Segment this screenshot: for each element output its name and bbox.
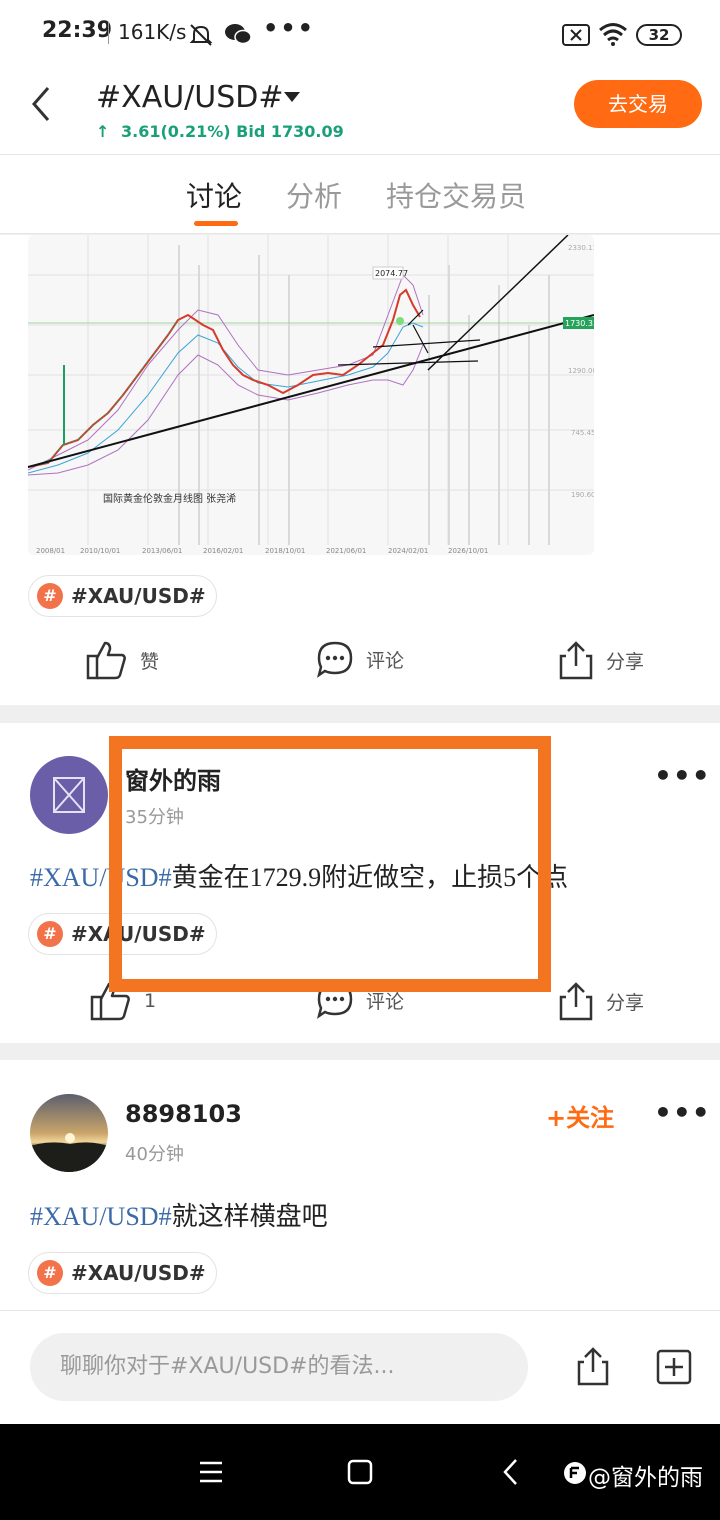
chart-price-tag: 1730.33	[565, 319, 594, 328]
network-speed: 161K/s	[118, 20, 187, 44]
comment-label: 评论	[366, 649, 405, 672]
hash-icon: #	[37, 1260, 63, 1286]
tab-analysis[interactable]: 分析	[286, 175, 342, 215]
share-label: 分享	[606, 991, 645, 1014]
thumbs-up-icon	[86, 641, 126, 680]
hash-icon: #	[37, 583, 63, 609]
trade-button[interactable]: 去交易	[574, 80, 702, 128]
chart-x-tick: 2021/06/01	[326, 547, 366, 555]
battery-icon: 32	[636, 24, 682, 46]
topic-tag-label: #XAU/USD#	[71, 584, 206, 608]
highlight-annotation-box	[109, 736, 551, 992]
like-count: 1	[144, 990, 157, 1012]
chart-peak-label: 2074.77	[375, 269, 408, 278]
chart-y-tick: 1290.00	[568, 367, 594, 375]
post-topic-link[interactable]: #XAU/USD#	[30, 1202, 172, 1231]
avatar[interactable]	[30, 756, 108, 834]
share-button[interactable]: 分享	[558, 981, 644, 1021]
post-time: 40分钟	[125, 1144, 184, 1165]
post-card: 8898103 40分钟 +关注 ••• #XAU/USD#就这样横盘吧 # #…	[0, 1060, 720, 1310]
chart-y-tick: 745.45	[571, 429, 594, 437]
comment-button[interactable]: 评论	[316, 640, 404, 678]
back-nav-icon[interactable]	[500, 1457, 520, 1487]
chevron-left-icon	[32, 87, 50, 121]
more-options-icon[interactable]: •••	[654, 1096, 711, 1129]
status-time: 22:39	[42, 18, 113, 43]
wechat-icon	[225, 24, 252, 45]
image-placeholder-icon	[53, 777, 85, 813]
chart-x-tick: 2016/02/01	[203, 547, 243, 555]
like-button[interactable]: 赞	[86, 640, 159, 680]
chart-x-tick: 2026/10/01	[448, 547, 488, 555]
hash-icon: #	[37, 921, 63, 947]
header: #XAU/USD# ↑ 3.61(0.21%) Bid 1730.09 去交易	[0, 70, 720, 154]
home-icon[interactable]	[347, 1459, 373, 1485]
avatar[interactable]	[30, 1094, 108, 1172]
add-post-icon[interactable]	[656, 1349, 692, 1385]
more-notifications-icon: •••	[263, 14, 316, 42]
topic-tag[interactable]: # #XAU/USD#	[28, 575, 217, 617]
up-arrow-icon: ↑	[96, 122, 110, 141]
chart-x-tick: 2024/02/01	[388, 547, 428, 555]
tab-bar: 讨论 分析 持仓交易员	[0, 154, 720, 234]
system-nav-bar: @窗外的雨	[0, 1424, 720, 1520]
username[interactable]: 8898103	[125, 1100, 242, 1128]
share-icon	[559, 982, 593, 1021]
like-label: 赞	[140, 650, 160, 673]
menu-icon[interactable]	[198, 1460, 224, 1484]
active-tab-indicator	[194, 221, 238, 226]
sunset-avatar-image	[30, 1094, 108, 1172]
chart-x-tick: 2013/06/01	[142, 547, 182, 555]
chart-caption: 国际黄金伦敦金月线图 张尧浠	[103, 492, 236, 505]
post-content: 就这样横盘吧	[171, 1202, 328, 1231]
quote-line: ↑ 3.61(0.21%) Bid 1730.09	[96, 122, 344, 141]
quote-text: 3.61(0.21%) Bid 1730.09	[120, 122, 344, 141]
watermark: @窗外的雨	[588, 1465, 703, 1491]
follow-button[interactable]: +关注	[546, 1098, 614, 1133]
chart-y-tick: 2330.11	[568, 244, 594, 252]
share-icon	[559, 641, 593, 680]
post-chart-image[interactable]: 2074.77 1730.33 2330.11 1290.00 745.45 1…	[28, 235, 594, 555]
post-card: 2074.77 1730.33 2330.11 1290.00 745.45 1…	[0, 235, 720, 705]
chart-y-tick: 190.60	[571, 491, 594, 499]
more-options-icon[interactable]: •••	[654, 759, 711, 792]
share-button[interactable]: 分享	[558, 640, 644, 680]
status-divider	[108, 22, 109, 44]
comment-bar: 聊聊你对于#XAU/USD#的看法...	[0, 1310, 720, 1424]
caret-down-icon[interactable]	[284, 92, 300, 102]
chart-x-tick: 2018/10/01	[265, 547, 305, 555]
post-body: #XAU/USD#就这样横盘吧	[30, 1196, 328, 1233]
tab-position-traders[interactable]: 持仓交易员	[386, 175, 526, 215]
comment-icon	[317, 641, 353, 678]
mute-icon	[189, 24, 213, 46]
topic-tag[interactable]: # #XAU/USD#	[28, 1252, 217, 1294]
share-icon[interactable]	[576, 1345, 610, 1387]
comment-input[interactable]: 聊聊你对于#XAU/USD#的看法...	[30, 1333, 528, 1401]
sim-off-icon	[562, 24, 590, 46]
topic-tag-label: #XAU/USD#	[71, 1261, 206, 1285]
back-button[interactable]	[26, 82, 60, 126]
symbol-title[interactable]: #XAU/USD#	[96, 80, 284, 115]
wifi-icon	[599, 23, 627, 46]
chart-x-tick: 2010/10/01	[80, 547, 120, 555]
weibo-logo-icon	[564, 1462, 586, 1484]
chart-x-tick: 2008/01	[36, 547, 65, 555]
status-bar: 22:39 161K/s ••• 32	[0, 0, 720, 70]
tab-discussion[interactable]: 讨论	[186, 175, 242, 215]
share-label: 分享	[606, 650, 645, 673]
